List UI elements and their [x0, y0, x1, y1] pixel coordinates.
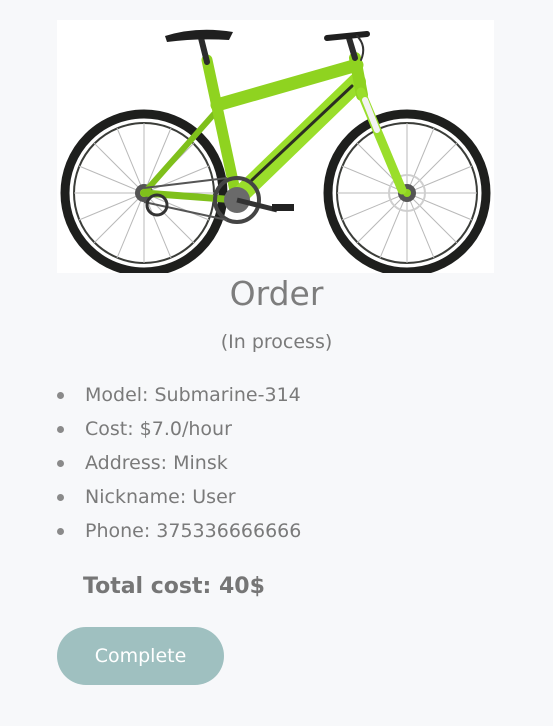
order-details-list: Model: Submarine-314 Cost: $7.0/hour Add… — [57, 378, 301, 548]
page-title: Order — [229, 274, 324, 313]
order-status: (In process) — [220, 331, 333, 353]
detail-model: Model: Submarine-314 — [57, 378, 301, 412]
front-wheel — [323, 109, 491, 273]
detail-cost: Cost: $7.0/hour — [57, 412, 301, 446]
bike-illustration — [60, 29, 491, 273]
detail-nickname: Nickname: User — [57, 480, 301, 514]
detail-address: Address: Minsk — [57, 446, 301, 480]
detail-phone: Phone: 375336666666 — [57, 514, 301, 548]
complete-button[interactable]: Complete — [57, 627, 224, 685]
order-page: Order (In process) Model: Submarine-314 … — [0, 0, 553, 726]
total-cost: Total cost: 40$ — [83, 574, 265, 599]
bike-image — [57, 20, 494, 273]
